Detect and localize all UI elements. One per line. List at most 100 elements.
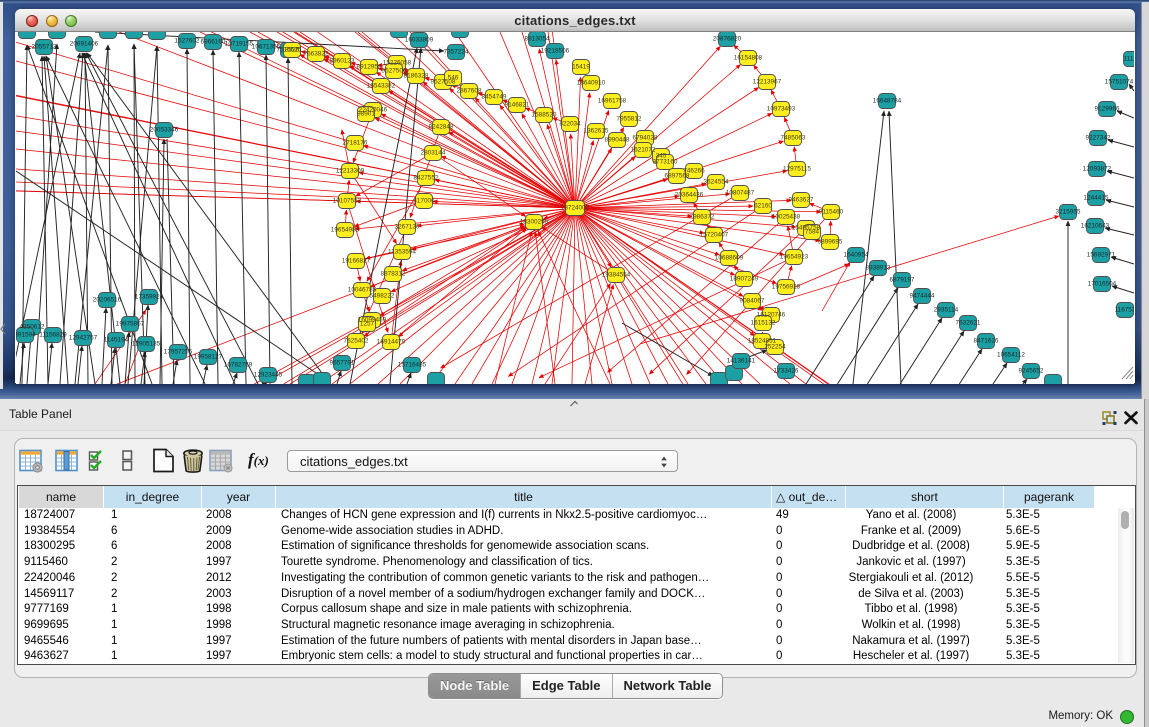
svg-text:19654923: 19654923: [780, 254, 809, 261]
svg-text:8471626: 8471626: [974, 338, 999, 345]
svg-text:12905135: 12905135: [132, 341, 161, 348]
svg-text:18640910: 18640910: [577, 80, 606, 87]
svg-text:20691406: 20691406: [70, 41, 99, 48]
svg-text:9474444: 9474444: [910, 293, 935, 300]
svg-text:2935114: 2935114: [934, 307, 959, 314]
svg-text:9084067: 9084067: [740, 298, 765, 305]
svg-text:2718176: 2718176: [343, 140, 368, 147]
svg-text:15751074: 15751074: [1105, 79, 1134, 86]
svg-text:391594: 391594: [16, 332, 36, 339]
svg-text:3215955: 3215955: [1056, 209, 1081, 216]
svg-text:18724007: 18724007: [561, 205, 590, 212]
svg-text:6966160: 6966160: [201, 39, 226, 46]
svg-text:1615132: 1615132: [751, 320, 776, 327]
svg-text:5498222: 5498222: [370, 293, 395, 300]
svg-text:7357224: 7357224: [444, 49, 469, 56]
svg-text:15716485: 15716485: [398, 362, 427, 369]
svg-text:9899695: 9899695: [818, 239, 843, 246]
svg-text:1733426: 1733426: [774, 368, 799, 375]
svg-text:9245652: 9245652: [1019, 368, 1044, 375]
svg-text:16033809: 16033809: [405, 37, 434, 44]
svg-text:1244415: 1244415: [1084, 195, 1109, 202]
svg-text:18300295: 18300295: [520, 219, 549, 226]
svg-text:3624554: 3624554: [704, 179, 729, 186]
svg-text:8938913: 8938913: [866, 265, 891, 272]
svg-text:9146821: 9146821: [505, 102, 530, 109]
svg-text:6897568: 6897568: [665, 173, 690, 180]
svg-text:19218506: 19218506: [541, 48, 570, 55]
svg-text:16543382: 16543382: [367, 83, 396, 90]
svg-text:20053346: 20053346: [150, 127, 179, 134]
svg-text:15692971: 15692971: [1087, 252, 1116, 259]
svg-text:16961758: 16961758: [598, 98, 627, 105]
svg-text:546: 546: [448, 75, 459, 82]
svg-text:12975115: 12975115: [783, 166, 811, 173]
svg-text:7632621: 7632621: [956, 320, 981, 327]
svg-text:10654112: 10654112: [997, 352, 1025, 359]
svg-text:1362615: 1362615: [584, 128, 609, 135]
svg-text:6879197: 6879197: [890, 277, 915, 284]
svg-text:18907249: 18907249: [730, 276, 759, 283]
svg-text:8912958: 8912958: [357, 64, 382, 71]
svg-text:8427552: 8427552: [414, 175, 439, 182]
svg-text:17016504: 17016504: [1088, 281, 1117, 288]
svg-text:1145194: 1145194: [104, 337, 129, 344]
svg-text:11156829: 11156829: [39, 332, 67, 339]
svg-text:16782759: 16782759: [224, 362, 253, 369]
svg-text:7485063: 7485063: [781, 135, 806, 142]
svg-text:1621072: 1621072: [631, 147, 656, 154]
svg-text:19654983: 19654983: [331, 227, 360, 234]
svg-text:16914479: 16914479: [377, 339, 406, 346]
svg-text:9227342: 9227342: [1086, 135, 1111, 142]
svg-text:252254: 252254: [764, 344, 786, 351]
svg-text:19975867: 19975867: [116, 321, 145, 328]
svg-text:20206516: 20206516: [93, 297, 122, 304]
svg-text:19756928: 19756928: [772, 284, 801, 291]
svg-text:9657791: 9657791: [330, 360, 355, 367]
svg-text:8813054: 8813054: [525, 36, 550, 43]
svg-text:16648784: 16648784: [873, 98, 902, 105]
svg-text:10107553: 10107553: [333, 198, 362, 205]
svg-text:6794028: 6794028: [633, 135, 658, 142]
svg-text:10973493: 10973493: [767, 106, 796, 113]
svg-text:10025438: 10025438: [772, 214, 801, 221]
svg-text:8186328: 8186328: [404, 73, 429, 80]
svg-text:10807487: 10807487: [726, 190, 755, 197]
svg-text:16120746: 16120746: [757, 312, 786, 319]
svg-text:14136141: 14136141: [727, 358, 756, 365]
svg-text:12942757: 12942757: [69, 335, 98, 342]
svg-text:4350612: 4350612: [20, 324, 45, 331]
svg-text:8990448: 8990448: [605, 137, 630, 144]
svg-text:20364436: 20364436: [675, 192, 704, 199]
svg-text:11124: 11124: [1124, 56, 1134, 63]
svg-text:20876820: 20876820: [713, 36, 742, 43]
svg-text:2867608: 2867608: [457, 88, 482, 95]
svg-text:1257: 1257: [360, 321, 375, 328]
svg-text:2803144: 2803144: [421, 150, 446, 157]
svg-text:19384554: 19384554: [602, 272, 631, 279]
svg-text:7663822: 7663822: [304, 51, 329, 58]
svg-text:9773160: 9773160: [653, 159, 678, 166]
svg-text:19958127: 19958127: [194, 354, 223, 361]
svg-text:12213967: 12213967: [753, 79, 782, 86]
svg-text:16154808: 16154808: [734, 55, 763, 62]
svg-text:12213309: 12213309: [336, 168, 365, 175]
svg-text:12093872: 12093872: [1083, 166, 1112, 173]
svg-text:15419: 15419: [572, 64, 590, 71]
svg-text:10688609: 10688609: [715, 255, 744, 262]
svg-text:62160: 62160: [754, 203, 772, 210]
svg-text:9129966: 9129966: [1095, 106, 1120, 113]
svg-text:8960123: 8960123: [330, 58, 355, 65]
svg-text:19166827: 19166827: [342, 258, 371, 265]
svg-text:9115460: 9115460: [819, 209, 844, 216]
svg-text:15226058: 15226058: [383, 60, 412, 67]
svg-text:1640954: 1640954: [844, 252, 869, 259]
svg-text:9463627: 9463627: [789, 197, 814, 204]
svg-text:2055712: 2055712: [32, 44, 57, 51]
svg-text:17359924: 17359924: [135, 294, 164, 301]
svg-text:1588520: 1588520: [532, 112, 557, 119]
svg-text:16210643: 16210643: [1081, 223, 1110, 230]
svg-text:822034: 822034: [559, 121, 581, 128]
svg-text:8454749: 8454749: [482, 94, 507, 101]
svg-text:15720407: 15720407: [700, 232, 729, 239]
